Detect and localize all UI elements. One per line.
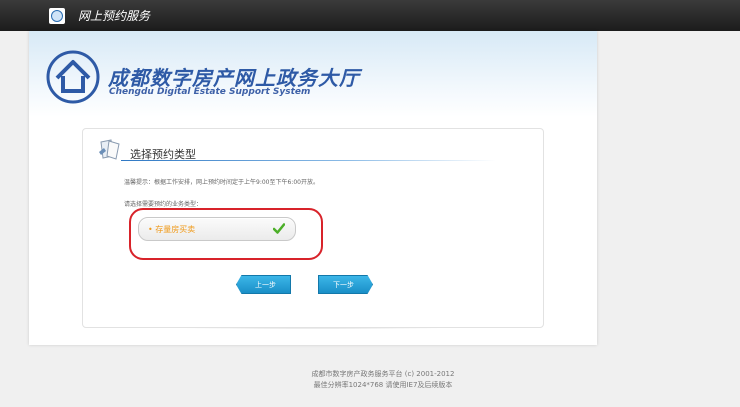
option-existing-housing-sale[interactable]: • 存量房买卖 xyxy=(138,217,296,241)
checkmark-icon xyxy=(273,223,285,234)
site-subtitle: Chengdu Digital Estate Support System xyxy=(109,87,311,97)
booking-type-card: 选择预约类型 温馨提示：根据工作安排，网上预约时间定于上午9:00至下午6:00… xyxy=(82,128,544,328)
prev-step-button[interactable]: 上一步 xyxy=(236,275,291,294)
footer-resolution-note: 最佳分辨率1024*768 请使用IE7及后续版本 xyxy=(313,381,453,389)
top-bar: 网上预约服务 xyxy=(0,0,740,31)
footer-copyright: 成都市数字房产政务服务平台 (c) 2001-2012 xyxy=(311,370,455,378)
house-logo-icon xyxy=(46,50,100,104)
prompt-text: 请选择需要预约的业务类型： xyxy=(124,201,203,208)
option-label: • 存量房买卖 xyxy=(148,225,196,234)
clock-icon xyxy=(49,8,65,24)
app-title: 网上预约服务 xyxy=(78,9,151,23)
title-divider xyxy=(121,160,496,161)
notice-text: 温馨提示：根据工作安排，网上预约时间定于上午9:00至下午6:00开放。 xyxy=(124,179,319,186)
next-step-button[interactable]: 下一步 xyxy=(318,275,373,294)
main-panel: 成都数字房产网上政务大厅 Chengdu Digital Estate Supp… xyxy=(29,31,597,345)
document-icon xyxy=(99,139,120,160)
site-header: 成都数字房产网上政务大厅 Chengdu Digital Estate Supp… xyxy=(29,31,597,117)
